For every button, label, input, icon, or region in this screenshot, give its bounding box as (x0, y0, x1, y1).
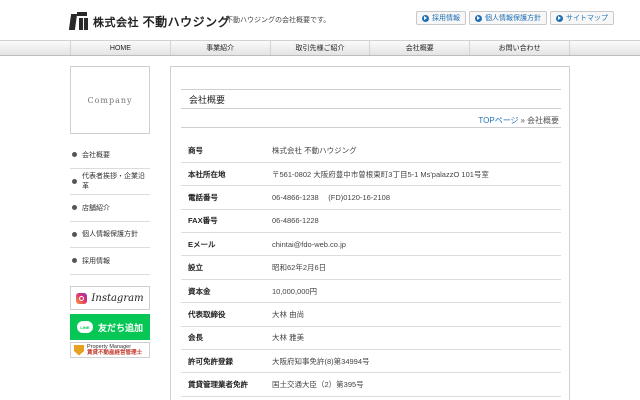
page-title: 会社概要 (181, 89, 561, 109)
nav-partners[interactable]: 取引先様ご紹介 (269, 41, 370, 55)
table-row: 会長 大林 雅美 (181, 326, 561, 351)
global-nav: HOME 事業紹介 取引先様ご紹介 会社概要 お問い合わせ (0, 40, 640, 56)
breadcrumb: TOPページ» 会社概要 (478, 115, 559, 126)
top-link-sitemap[interactable]: サイトマップ (550, 11, 614, 25)
nav-home[interactable]: HOME (70, 41, 170, 55)
top-link-privacy[interactable]: 個人情報保護方針 (469, 11, 547, 25)
row-value: 昭和62年2月6日 (272, 255, 561, 280)
sidebar-menu: 会社概要 代表者挨拶・企業沿革 店舗紹介 個人情報保護方針 採用情報 (70, 142, 150, 275)
sidebar-item-privacy[interactable]: 個人情報保護方針 (70, 222, 150, 248)
property-manager-banner[interactable]: Property Manager 賃貸不動産経営管理士 (70, 342, 150, 358)
row-label: 会長 (181, 326, 272, 351)
row-value: 〒561-0802 大阪府豊中市曽根東町3丁目5-1 Ms'palazzO 10… (272, 162, 561, 187)
divider (181, 127, 561, 128)
logo-name: 不動ハウジング (142, 14, 231, 29)
table-row: 設立 昭和62年2月6日 (181, 255, 561, 280)
nav-business[interactable]: 事業紹介 (169, 41, 270, 55)
row-label: 許可免許登録 (181, 349, 272, 374)
row-label: Eメール (181, 232, 272, 257)
table-row: 本社所在地 〒561-0802 大阪府豊中市曽根東町3丁目5-1 Ms'palaz… (181, 162, 561, 187)
instagram-banner[interactable]: Instagram (70, 286, 150, 310)
breadcrumb-separator: » (520, 116, 525, 125)
row-value: chintai@fdo-web.co.jp (272, 232, 561, 257)
table-row: Eメール chintai@fdo-web.co.jp (181, 232, 561, 257)
table-row: 商号 株式会社 不動ハウジング (181, 139, 561, 163)
line-icon: LINE (76, 321, 93, 333)
row-value: 大林 由尚 (272, 302, 561, 327)
row-value: 06-4866-1228 (272, 209, 561, 234)
row-label: 資本金 (181, 279, 272, 304)
bullet-icon (72, 205, 77, 211)
row-value: 10,000,000円 (272, 279, 561, 304)
row-label: 商号 (181, 139, 272, 163)
site-header: 株式会社 不動ハウジング 不動ハウジングの会社概要です。 採用情報 個人情報保護… (0, 0, 640, 40)
nav-contact[interactable]: お問い合わせ (469, 41, 570, 55)
table-row: FAX番号 06-4866-1228 (181, 209, 561, 234)
logo-mark-icon (68, 12, 88, 30)
row-label: 代表取締役 (181, 302, 272, 327)
arrow-circle-icon (556, 14, 563, 22)
instagram-label: Instagram (91, 292, 144, 304)
table-row: 電話番号 06-4866-1238 (FD)0120-16-2108 (181, 185, 561, 210)
row-value: 株式会社 不動ハウジング (272, 139, 561, 163)
sidebar-heading: Company (70, 66, 150, 134)
arrow-circle-icon (422, 14, 429, 22)
row-label: 電話番号 (181, 185, 272, 210)
breadcrumb-current: 会社概要 (527, 116, 559, 125)
line-label: 友だち追加 (97, 322, 143, 333)
row-label: 設立 (181, 255, 272, 280)
bullet-icon (72, 258, 77, 264)
row-label: 賃貸管理業者免許 (181, 372, 272, 397)
sidebar-item-greeting[interactable]: 代表者挨拶・企業沿革 (70, 169, 150, 195)
bullet-icon (72, 231, 77, 237)
sidebar-item-recruit[interactable]: 採用情報 (70, 248, 150, 275)
row-label: FAX番号 (181, 209, 272, 234)
sidebar: Company 会社概要 代表者挨拶・企業沿革 店舗紹介 個人情報保護方針 採用… (70, 66, 150, 275)
shield-icon (74, 344, 84, 356)
sidebar-item-overview[interactable]: 会社概要 (70, 142, 150, 169)
site-tagline: 不動ハウジングの会社概要です。 (226, 17, 331, 24)
row-value: 大阪府知事免許(8)第34994号 (272, 349, 561, 374)
table-row: 許可免許登録 大阪府知事免許(8)第34994号 (181, 349, 561, 374)
bullet-icon (72, 178, 77, 184)
arrow-circle-icon (475, 14, 482, 22)
row-value: 06-4866-1238 (FD)0120-16-2108 (272, 185, 561, 210)
logo-text: 株式会社 不動ハウジング (93, 13, 230, 30)
company-info-table: 商号 株式会社 不動ハウジング 本社所在地 〒561-0802 大阪府豊中市曽根東町… (181, 139, 561, 397)
bullet-icon (72, 152, 77, 158)
logo-prefix: 株式会社 (93, 16, 139, 29)
table-row: 賃貸管理業者免許 国土交通大臣（2）第395号 (181, 372, 561, 397)
table-row: 代表取締役 大林 由尚 (181, 302, 561, 327)
nav-company[interactable]: 会社概要 (369, 41, 469, 55)
property-manager-label: Property Manager 賃貸不動産経営管理士 (87, 343, 143, 356)
breadcrumb-home-link[interactable]: TOPページ (478, 116, 518, 125)
top-links: 採用情報 個人情報保護方針 サイトマップ (416, 11, 614, 25)
sidebar-item-stores[interactable]: 店舗紹介 (70, 195, 150, 222)
instagram-icon (76, 292, 88, 304)
site-logo[interactable]: 株式会社 不動ハウジング (68, 12, 230, 30)
row-value: 国土交通大臣（2）第395号 (272, 372, 561, 397)
row-value: 大林 雅美 (272, 326, 561, 351)
row-label: 本社所在地 (181, 162, 272, 187)
line-add-friend-banner[interactable]: LINE 友だち追加 (70, 314, 150, 340)
main-panel: 会社概要 TOPページ» 会社概要 商号 株式会社 不動ハウジング 本社所在地 〒56… (170, 66, 570, 400)
top-link-recruit[interactable]: 採用情報 (416, 11, 466, 25)
table-row: 資本金 10,000,000円 (181, 279, 561, 304)
